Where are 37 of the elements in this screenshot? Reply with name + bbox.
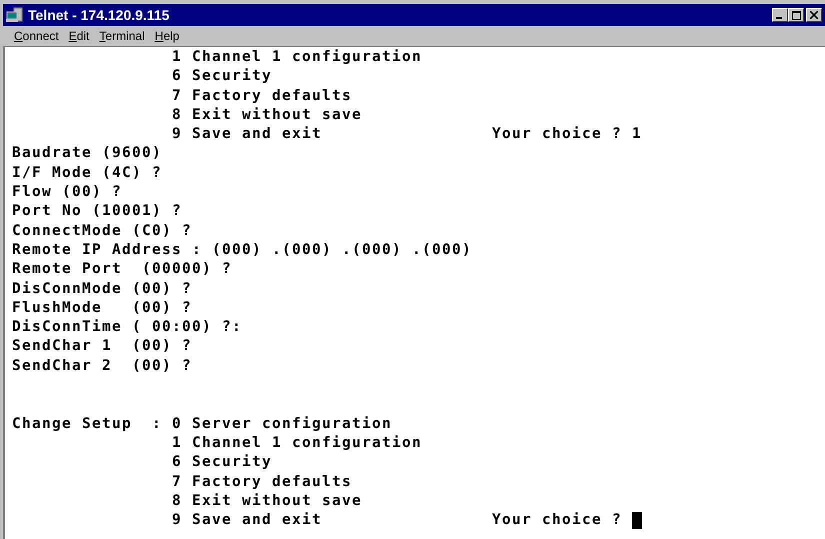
- minimize-button[interactable]: [772, 8, 788, 22]
- menu-item[interactable]: Connect: [9, 29, 64, 43]
- terminal-text: Flow (00) ?: [12, 183, 122, 202]
- terminal-text: DisConnMode (00) ?: [12, 280, 192, 299]
- menu-option-text: 0 Server configuration: [172, 414, 392, 434]
- terminal-text: SendChar 1 (00) ?: [12, 337, 192, 356]
- terminal-text: DisConnTime ( 00:00) ?:: [12, 318, 242, 338]
- terminal-text: Change Setup :: [12, 414, 163, 434]
- menu-option-text: 1 Channel 1 configuration: [172, 434, 422, 453]
- menu-option-text: 9 Save and exit: [172, 125, 323, 144]
- terminal-text: Remote Port (00000) ?: [12, 260, 232, 280]
- menu-item[interactable]: Help: [150, 29, 184, 43]
- menu-option-text: 6 Security: [172, 453, 272, 472]
- menu-option-text: 9 Save and exit: [172, 511, 323, 530]
- terminal-text: FlushMode (00) ?: [12, 298, 192, 318]
- menu-option-text: 1 Channel 1 configuration: [172, 48, 422, 67]
- menu-option-text: 7 Factory defaults: [172, 472, 352, 492]
- menu-option-text: 8 Exit without save: [172, 492, 362, 511]
- menu-option-text: 8 Exit without save: [172, 106, 362, 125]
- window-title: Telnet - 174.120.9.115: [28, 7, 170, 23]
- terminal-text: SendChar 2 (00) ?: [12, 356, 192, 376]
- terminal-text: Port No (10001) ?: [12, 202, 182, 222]
- maximize-button[interactable]: [788, 8, 804, 22]
- terminal-text: Remote IP Address : (000) .(000) .(000) .(000): [12, 240, 472, 260]
- terminal-text: I/F Mode (4C) ?: [12, 164, 162, 183]
- menu-item[interactable]: Edit: [64, 29, 94, 43]
- menu-option-text: 6 Security: [172, 67, 272, 86]
- menu-item[interactable]: Terminal: [94, 29, 150, 43]
- close-icon: [810, 11, 818, 19]
- prompt-text: Your choice ? 1: [492, 125, 642, 144]
- prompt-text: Your choice ?: [492, 511, 622, 530]
- maximize-icon: [792, 10, 800, 20]
- close-button[interactable]: [806, 8, 822, 22]
- computer-icon: [6, 7, 24, 23]
- terminal-text: ConnectMode (C0) ?: [12, 222, 192, 241]
- terminal-text: Baudrate (9600): [12, 144, 162, 164]
- menu-option-text: 7 Factory defaults: [172, 86, 352, 106]
